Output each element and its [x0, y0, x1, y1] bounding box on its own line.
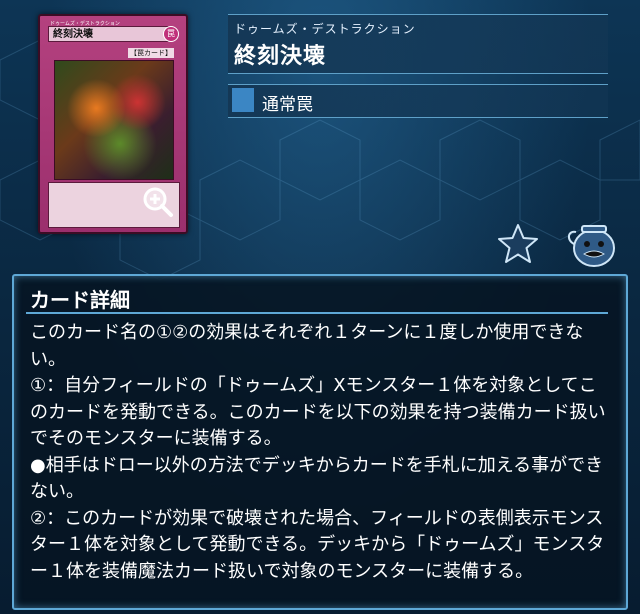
card-name: 終刻決壊	[234, 44, 327, 69]
card-effect-text: このカード名の①②の効果はそれぞれ１ターンに１度しか使用できない。 ①：自分フィ…	[30, 322, 606, 582]
card-thumb-name: 終刻決壊	[48, 26, 168, 42]
star-icon[interactable]	[496, 222, 540, 266]
pot-icon[interactable]	[566, 220, 618, 268]
card-type-label: 通常罠	[262, 95, 313, 115]
card-image[interactable]: ドゥームズ・デストラクション 終刻決壊 罠 【罠カード】	[38, 14, 188, 234]
type-color-swatch	[232, 88, 254, 112]
zoom-in-icon[interactable]	[142, 186, 174, 218]
card-ruby: ドゥームズ・デストラクション	[234, 22, 416, 36]
card-artwork	[54, 60, 174, 180]
card-thumb-attribute: 罠	[163, 26, 179, 42]
divider	[26, 312, 608, 314]
card-detail-title: カード詳細	[30, 288, 130, 312]
card-thumb-type-tag: 【罠カード】	[128, 48, 174, 58]
